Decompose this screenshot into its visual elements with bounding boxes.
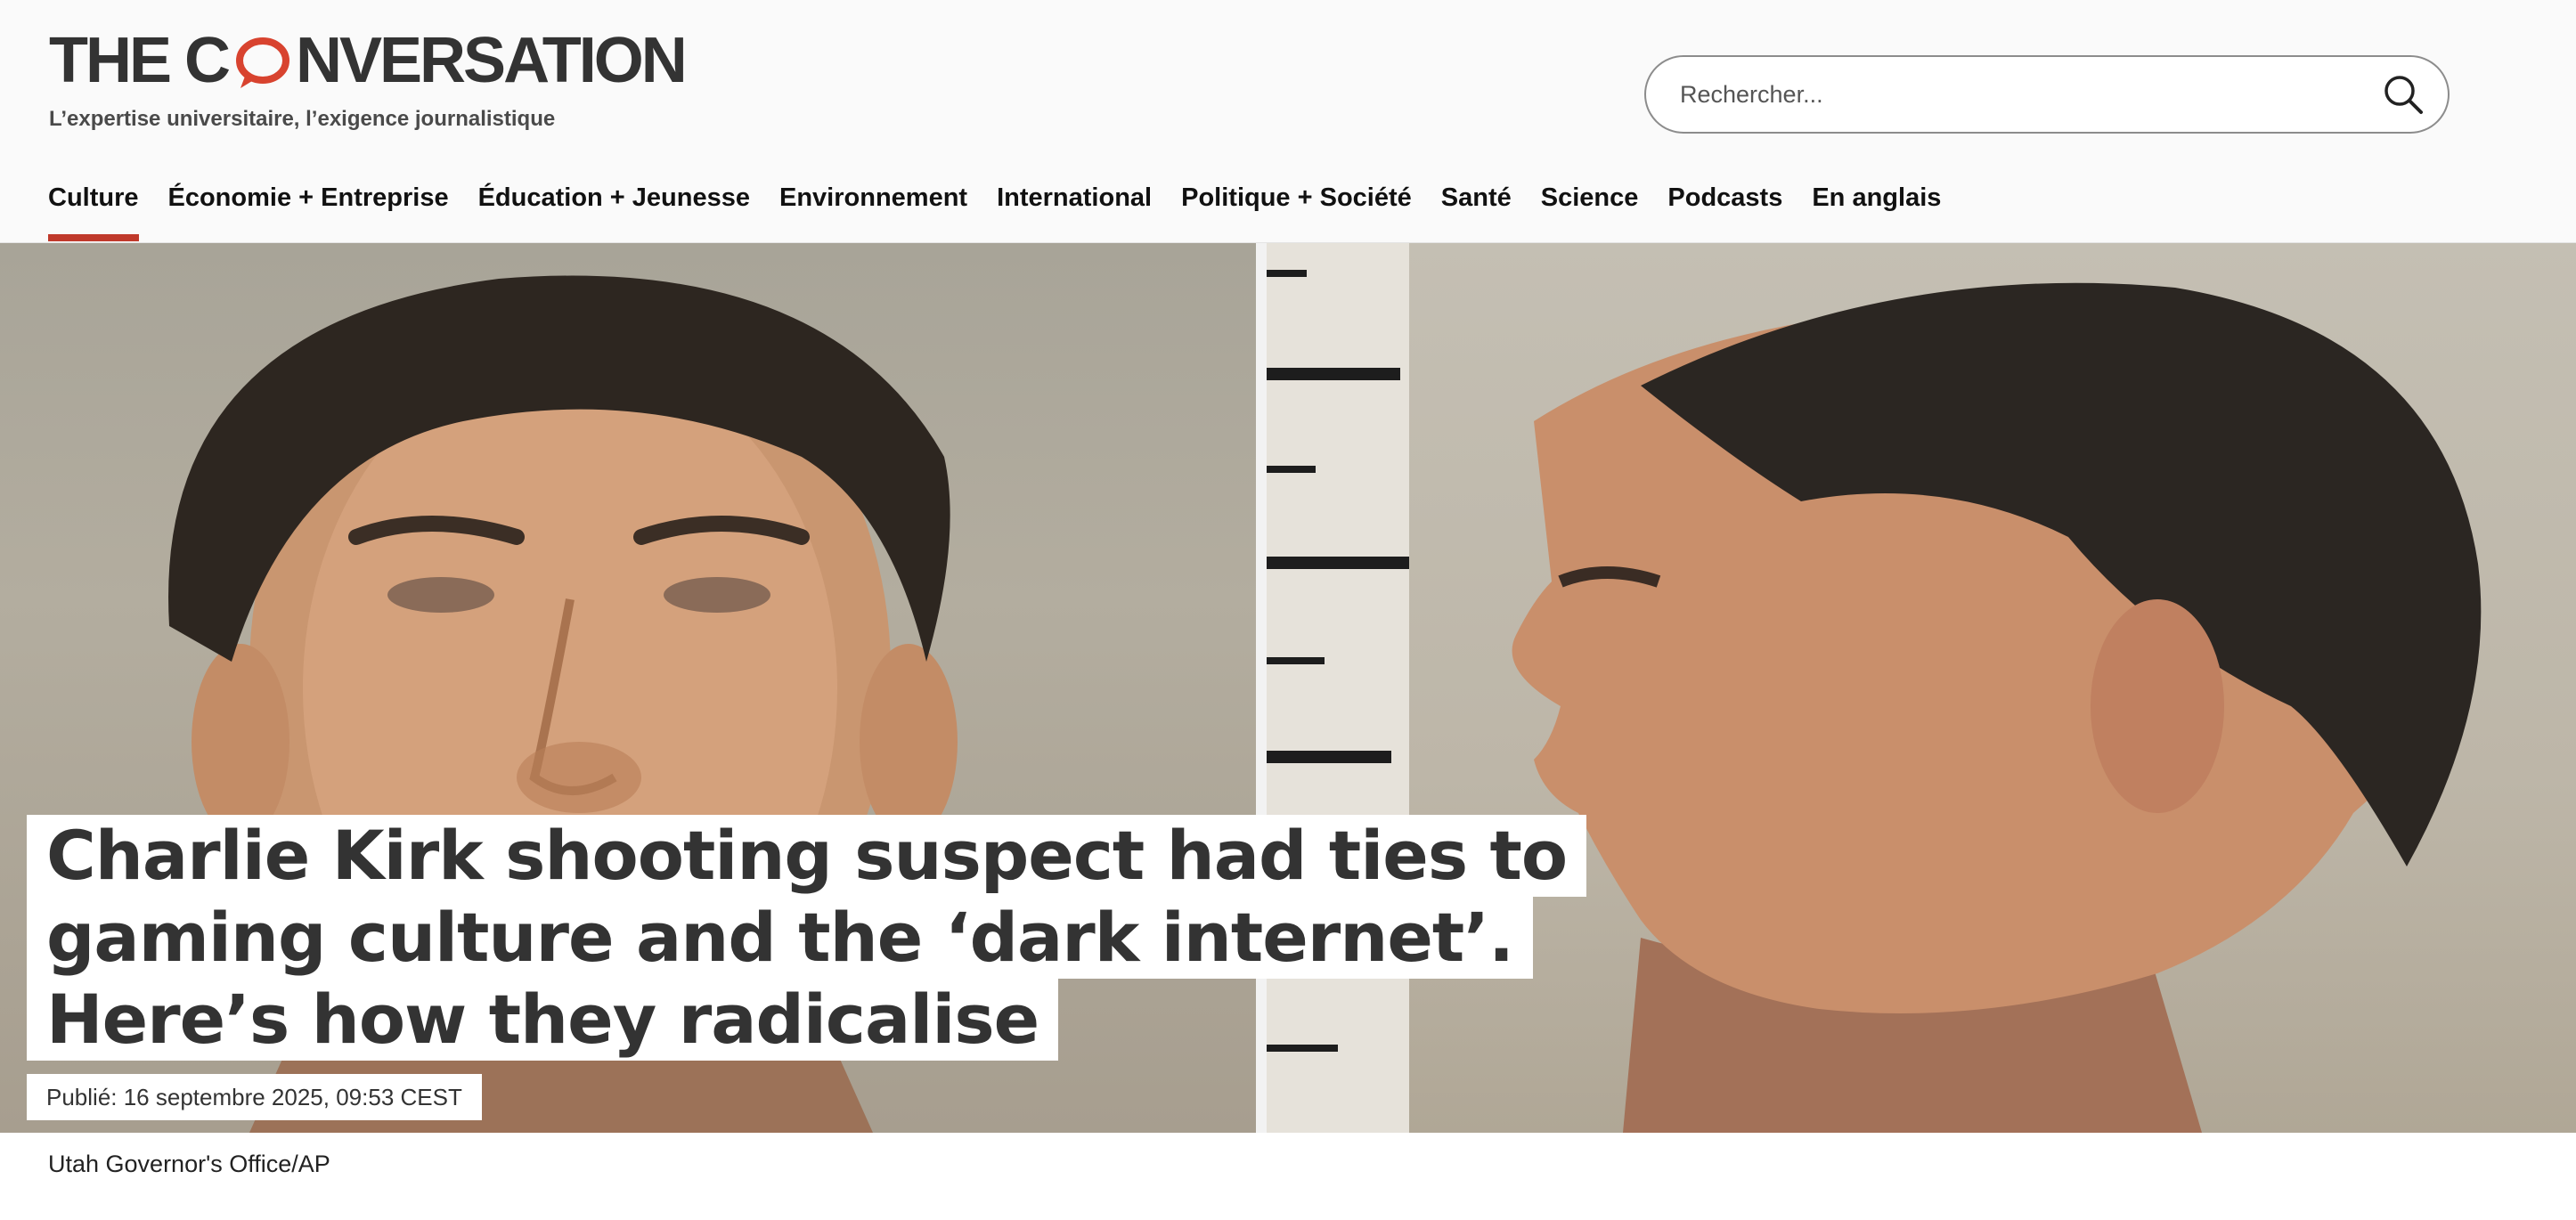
headline-line-2: gaming culture and the ‘dark internet’. (27, 897, 1533, 979)
site-logo[interactable]: THE C NVERSATION (49, 25, 688, 96)
logo-text-right: NVERSATION (296, 25, 688, 96)
nav-item-economie-entreprise[interactable]: Économie + Entreprise (168, 183, 449, 243)
speech-bubble-icon (233, 35, 292, 90)
nav-item-politique-societe[interactable]: Politique + Société (1181, 183, 1412, 243)
search-input[interactable] (1680, 57, 2357, 132)
headline-line-1: Charlie Kirk shooting suspect had ties t… (27, 815, 1587, 897)
logo-text-left: THE C (49, 25, 231, 96)
publish-date: Publié: 16 septembre 2025, 09:53 CEST (27, 1074, 482, 1120)
image-credit: Utah Governor's Office/AP (48, 1151, 330, 1177)
search-icon[interactable] (2382, 73, 2425, 116)
nav-item-environnement[interactable]: Environnement (779, 183, 967, 243)
nav-item-podcasts[interactable]: Podcasts (1667, 183, 1782, 243)
nav-item-education-jeunesse[interactable]: Éducation + Jeunesse (478, 183, 750, 243)
nav-item-culture[interactable]: Culture (48, 183, 139, 243)
caption-band (0, 1133, 2576, 1220)
article-headline: Charlie Kirk shooting suspect had ties t… (27, 815, 1587, 1061)
nav-item-en-anglais[interactable]: En anglais (1812, 183, 1941, 243)
hero-image: Charlie Kirk shooting suspect had ties t… (0, 243, 2576, 1133)
site-tagline: L’expertise universitaire, l’exigence jo… (49, 107, 556, 131)
nav-item-international[interactable]: International (997, 183, 1152, 243)
nav-item-science[interactable]: Science (1541, 183, 1639, 243)
search-box (1644, 55, 2450, 134)
nav-item-sante[interactable]: Santé (1441, 183, 1512, 243)
headline-line-3: Here’s how they radicalise (27, 979, 1059, 1061)
site-header: THE C NVERSATION L’expertise universitai… (0, 0, 2576, 243)
main-nav: Culture Économie + Entreprise Éducation … (48, 183, 1970, 243)
